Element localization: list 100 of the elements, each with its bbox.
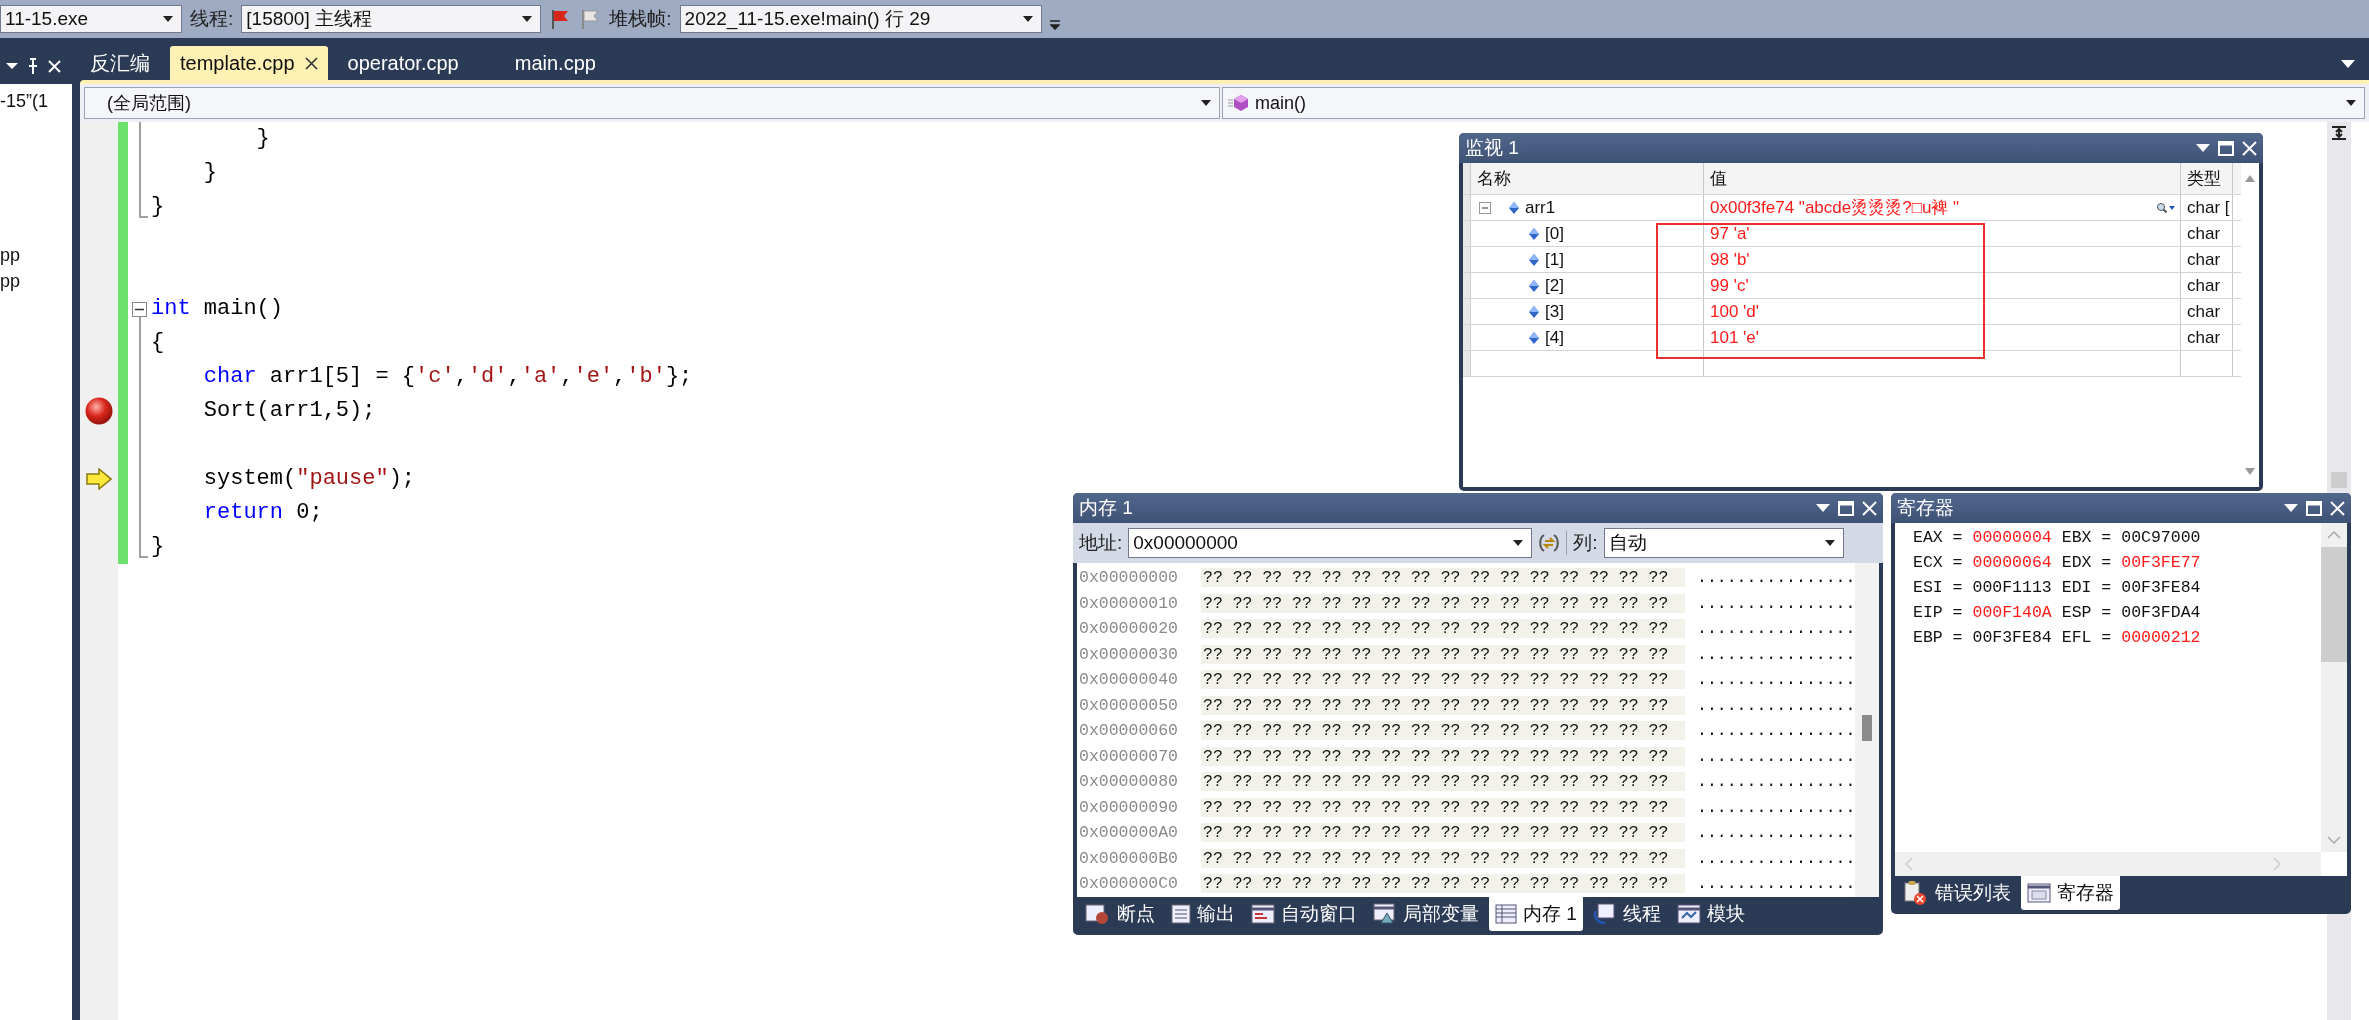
file-tab[interactable]: template.cpp xyxy=(170,46,328,80)
caret-icon xyxy=(1022,16,1033,22)
register-value: 00F3FDA4 xyxy=(2121,603,2201,622)
variable-icon xyxy=(1529,279,1539,292)
memory-address: 0x00000070 xyxy=(1078,746,1180,766)
dropdown-icon[interactable] xyxy=(2196,144,2210,152)
register-name: EDI = xyxy=(2061,578,2112,597)
stack-frame-label: 堆栈帧: xyxy=(609,7,672,31)
code-line: return 0; xyxy=(202,499,323,527)
maximize-icon[interactable] xyxy=(2306,500,2322,516)
pin-icon[interactable] xyxy=(27,58,39,74)
register-value: 000F1113 xyxy=(1972,578,2052,597)
register-name: EBX = xyxy=(2061,528,2112,547)
register-name: EFL = xyxy=(2061,628,2112,647)
memory-bytes: ?? ?? ?? ?? ?? ?? ?? ?? ?? ?? ?? ?? ?? ?? ?? ?? xyxy=(1201,823,1685,843)
register-name: EIP = xyxy=(1913,603,1963,622)
memory-text: ................ xyxy=(1696,695,1856,715)
collapse-icon[interactable] xyxy=(132,302,147,317)
stack-frame-dropdown[interactable]: 2022_11-15.exe!main() 行 29 xyxy=(679,5,1042,33)
column-header[interactable]: 值 xyxy=(1704,163,2181,194)
thread-dropdown[interactable]: [15800] 主线程 xyxy=(241,5,542,33)
panel-tab[interactable]: 输出 xyxy=(1165,897,1241,931)
file-tab[interactable]: main.cpp xyxy=(504,46,606,80)
dropdown-icon[interactable] xyxy=(2284,504,2298,512)
memory-text: ................ xyxy=(1696,670,1856,690)
scrollbar-thumb[interactable] xyxy=(2321,547,2347,662)
close-icon[interactable] xyxy=(304,56,318,70)
variable-value: 0x00f3fe74 "abcde烫烫烫?□u裨 " xyxy=(1710,197,1960,219)
variable-type: char xyxy=(2181,325,2233,350)
method-icon xyxy=(1227,93,1249,113)
code-line: system("pause"); xyxy=(202,465,416,493)
code-line: } xyxy=(255,125,270,153)
register-value: 00000064 xyxy=(1972,553,2052,572)
tree-item[interactable]: pp xyxy=(0,268,72,294)
window-icon xyxy=(1373,903,1397,925)
panel-tab[interactable]: 线程 xyxy=(1586,897,1667,931)
panel-tab[interactable]: 寄存器 xyxy=(2021,876,2120,910)
document-icon xyxy=(1171,904,1191,924)
tree-item[interactable]: pp xyxy=(0,242,72,268)
dropdown-icon[interactable] xyxy=(1816,504,1830,512)
variable-type: char xyxy=(2181,221,2233,246)
memory-address: 0x00000090 xyxy=(1078,797,1180,817)
panel-tab[interactable]: 模块 xyxy=(1670,897,1751,931)
dropdown-icon[interactable] xyxy=(6,62,18,70)
breakpoint-icon[interactable] xyxy=(84,396,114,426)
variable-value: 99 'c' xyxy=(1710,275,1749,296)
panel-tab[interactable]: 断点 xyxy=(1079,897,1161,931)
code-line: { xyxy=(151,329,165,357)
member-dropdown[interactable]: main() xyxy=(1222,87,2365,119)
variable-icon xyxy=(1529,253,1539,266)
split-icon[interactable] xyxy=(2331,124,2347,142)
file-tab[interactable]: 反汇编 xyxy=(80,46,160,80)
panel-tab[interactable]: 自动窗口 xyxy=(1245,897,1363,931)
scope-dropdown[interactable]: (全局范围) xyxy=(84,87,1220,119)
scrollbar-thumb[interactable] xyxy=(2331,472,2347,488)
panel-tab[interactable]: 局部变量 xyxy=(1367,897,1485,931)
variable-value: 101 'e' xyxy=(1710,327,1760,348)
code-line: char arr1[5] = {'c','d','a','e','b'}; xyxy=(202,363,693,391)
column-header[interactable]: 类型 xyxy=(2181,163,2233,194)
error-icon xyxy=(1903,880,1929,906)
register-name: EDX = xyxy=(2061,553,2112,572)
memory-bytes: ?? ?? ?? ?? ?? ?? ?? ?? ?? ?? ?? ?? ?? ?? ?? ?? xyxy=(1201,568,1685,588)
memory-bytes: ?? ?? ?? ?? ?? ?? ?? ?? ?? ?? ?? ?? ?? ?? ?? ?? xyxy=(1201,874,1685,894)
tree-item[interactable]: -15”(1 xyxy=(0,88,72,114)
column-header[interactable]: 名称 xyxy=(1471,163,1704,194)
code-line: } xyxy=(151,193,165,221)
magnifier-icon[interactable] xyxy=(2156,201,2176,214)
scroll-down-icon[interactable] xyxy=(2245,468,2255,475)
register-value: 00000212 xyxy=(2121,628,2201,647)
dropdown-icon[interactable] xyxy=(2341,60,2355,68)
window-icon xyxy=(1676,904,1701,924)
maximize-icon[interactable] xyxy=(2218,140,2234,156)
variable-icon xyxy=(1529,331,1539,344)
variable-icon xyxy=(1509,201,1519,214)
memory-text: ................ xyxy=(1696,772,1856,792)
memory-address: 0x00000040 xyxy=(1078,670,1180,690)
overflow-icon[interactable] xyxy=(1049,20,1060,30)
variable-icon xyxy=(1529,305,1539,318)
maximize-icon[interactable] xyxy=(1838,500,1854,516)
panel-tab[interactable]: 内存 1 xyxy=(1489,897,1583,931)
address-field[interactable]: 0x00000000 xyxy=(1128,528,1533,558)
file-tab[interactable]: operator.cpp xyxy=(337,46,469,80)
code-line: } xyxy=(202,159,217,187)
scrollbar-thumb[interactable] xyxy=(1862,715,1873,741)
register-value: 00F3FE84 xyxy=(2121,578,2201,597)
variable-name: [0] xyxy=(1545,223,1564,244)
variable-value: 98 'b' xyxy=(1710,249,1750,270)
memory-address: 0x00000010 xyxy=(1078,593,1180,613)
refresh-icon[interactable] xyxy=(1538,533,1561,553)
memory-address: 0x000000A0 xyxy=(1078,823,1180,843)
memory-text: ................ xyxy=(1696,721,1856,741)
window-icon xyxy=(2027,883,2051,903)
window-icon xyxy=(1251,904,1275,924)
process-dropdown[interactable]: 11-15.exe xyxy=(0,5,182,33)
register-name: ESP = xyxy=(2061,603,2112,622)
columns-dropdown[interactable]: 自动 xyxy=(1603,528,1844,558)
panel-tab[interactable]: 错误列表 xyxy=(1897,876,2017,910)
scroll-up-icon[interactable] xyxy=(2245,175,2255,182)
caret-icon xyxy=(1201,100,1211,106)
caret-icon xyxy=(522,16,533,22)
